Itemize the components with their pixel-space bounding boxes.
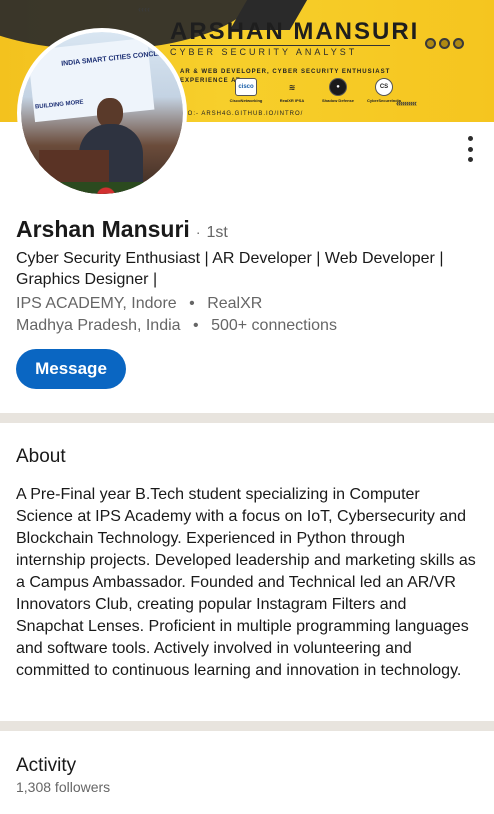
about-section: About A Pre-Final year B.Tech student sp…: [16, 446, 478, 682]
meta-separator: •: [193, 317, 199, 334]
chevron-decoration-icon: ‹‹‹‹: [138, 4, 150, 14]
banner-tagline: AR & WEB DEVELOPER, CYBER SECURITY ENTHU…: [180, 69, 391, 75]
banner-divider: [170, 45, 390, 46]
activity-section: Activity 1,308 followers: [16, 755, 478, 795]
profile-headline: Cyber Security Enthusiast | AR Developer…: [16, 250, 444, 288]
more-options-button[interactable]: [458, 134, 482, 164]
section-divider: [0, 413, 494, 423]
more-vertical-icon: [467, 136, 473, 141]
banner-logos: cisco CiscoNetworking ≋ RealXR IPSA ● Sh…: [228, 78, 402, 103]
banner-dots-decoration: [425, 38, 464, 49]
message-button[interactable]: Message: [16, 349, 126, 389]
section-divider: [0, 721, 494, 731]
about-text: A Pre-Final year B.Tech student speciali…: [16, 486, 476, 679]
profile-photo: INDIA SMART CITIES CONCLAVE 2022 BUILDIN…: [21, 32, 183, 194]
location: Madhya Pradesh, India: [16, 317, 181, 334]
banner-subtitle: CYBER SECURITY ANALYST: [170, 47, 358, 57]
realxr-logo-icon: ≋ RealXR IPSA: [279, 82, 305, 104]
profile-name: Arshan Mansuri: [16, 216, 190, 242]
connection-degree: 1st: [206, 224, 228, 241]
company-link[interactable]: RealXR: [207, 295, 262, 312]
banner-url: IO:- ARSH4G.GITHUB.IO/INTRO/: [185, 111, 304, 117]
degree-separator: ·: [195, 224, 201, 240]
name-row: Arshan Mansuri · 1st: [16, 216, 480, 243]
connections-link[interactable]: 500+ connections: [211, 317, 337, 334]
meta-separator: •: [189, 295, 195, 312]
cisco-logo-icon: cisco CiscoNetworking: [228, 78, 264, 103]
profile-info: Arshan Mansuri · 1st Cyber Security Enth…: [16, 216, 480, 337]
about-title: About: [16, 446, 66, 467]
shadow-defense-logo-icon: ● Shadow Defense: [320, 78, 356, 103]
flowers: [21, 182, 183, 194]
avatar[interactable]: INDIA SMART CITIES CONCLAVE 2022 BUILDIN…: [17, 28, 187, 198]
banner-name: ARSHAN MANSURI: [170, 18, 420, 45]
followers-count[interactable]: 1,308 followers: [16, 779, 478, 795]
education-link[interactable]: IPS ACADEMY, Indore: [16, 295, 177, 312]
event-board: [27, 37, 155, 123]
chevron-decoration-icon: ‹‹‹‹‹‹‹‹‹‹: [396, 98, 417, 108]
profile-meta: IPS ACADEMY, Indore • RealXR Madhya Prad…: [16, 293, 480, 337]
activity-title: Activity: [16, 755, 77, 776]
